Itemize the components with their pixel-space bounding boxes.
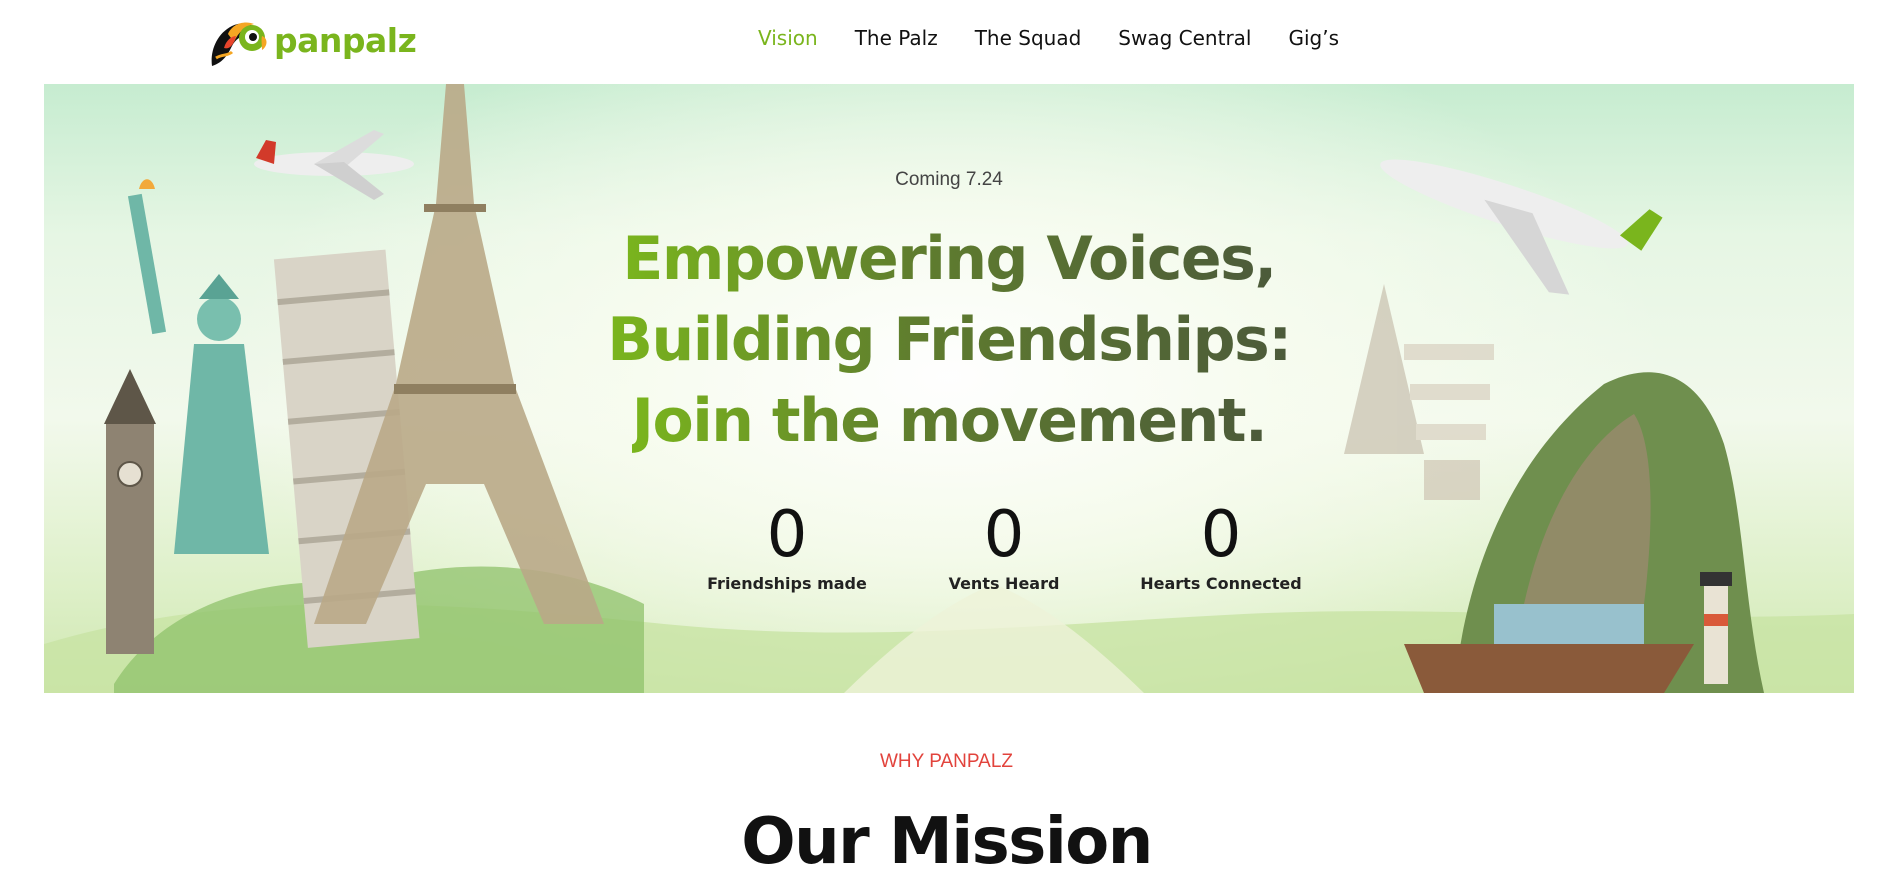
stat-label: Vents Heard xyxy=(948,574,1060,593)
headline-line-2: Building Friendships: xyxy=(607,300,1292,381)
main-nav: Vision The Palz The Squad Swag Central G… xyxy=(758,26,1339,50)
section-title: Our Mission xyxy=(741,805,1153,879)
stat-hearts: 0 Hearts Connected xyxy=(1121,502,1321,593)
parrot-logo-icon xyxy=(211,22,267,66)
stat-value: 0 xyxy=(766,498,808,572)
hero-headline: Empowering Voices, Building Friendships:… xyxy=(44,219,1854,462)
section-eyebrow: WHY PANPALZ xyxy=(879,751,1014,772)
hero-banner: Coming 7.24 Empowering Voices, Building … xyxy=(44,84,1854,693)
headline-line-3: Join the movement. xyxy=(632,381,1268,462)
stat-vents: 0 Vents Heard xyxy=(904,502,1104,593)
nav-swag-central[interactable]: Swag Central xyxy=(1118,26,1251,50)
brand-logo[interactable]: panpalz xyxy=(206,12,417,68)
hero-content: Coming 7.24 Empowering Voices, Building … xyxy=(44,84,1854,693)
nav-the-palz[interactable]: The Palz xyxy=(855,26,938,50)
nav-the-squad[interactable]: The Squad xyxy=(975,26,1082,50)
stat-friendships: 0 Friendships made xyxy=(687,502,887,593)
stat-label: Hearts Connected xyxy=(1140,574,1302,593)
nav-gigs[interactable]: Gig’s xyxy=(1288,26,1339,50)
stat-value: 0 xyxy=(983,498,1025,572)
stat-label: Friendships made xyxy=(707,574,867,593)
site-header: panpalz Vision The Palz The Squad Swag C… xyxy=(0,0,1893,84)
coming-date: Coming 7.24 xyxy=(895,169,1003,190)
brand-name: panpalz xyxy=(274,20,417,60)
headline-line-1: Empowering Voices, xyxy=(622,219,1277,300)
stat-value: 0 xyxy=(1200,498,1242,572)
nav-vision[interactable]: Vision xyxy=(758,26,818,50)
